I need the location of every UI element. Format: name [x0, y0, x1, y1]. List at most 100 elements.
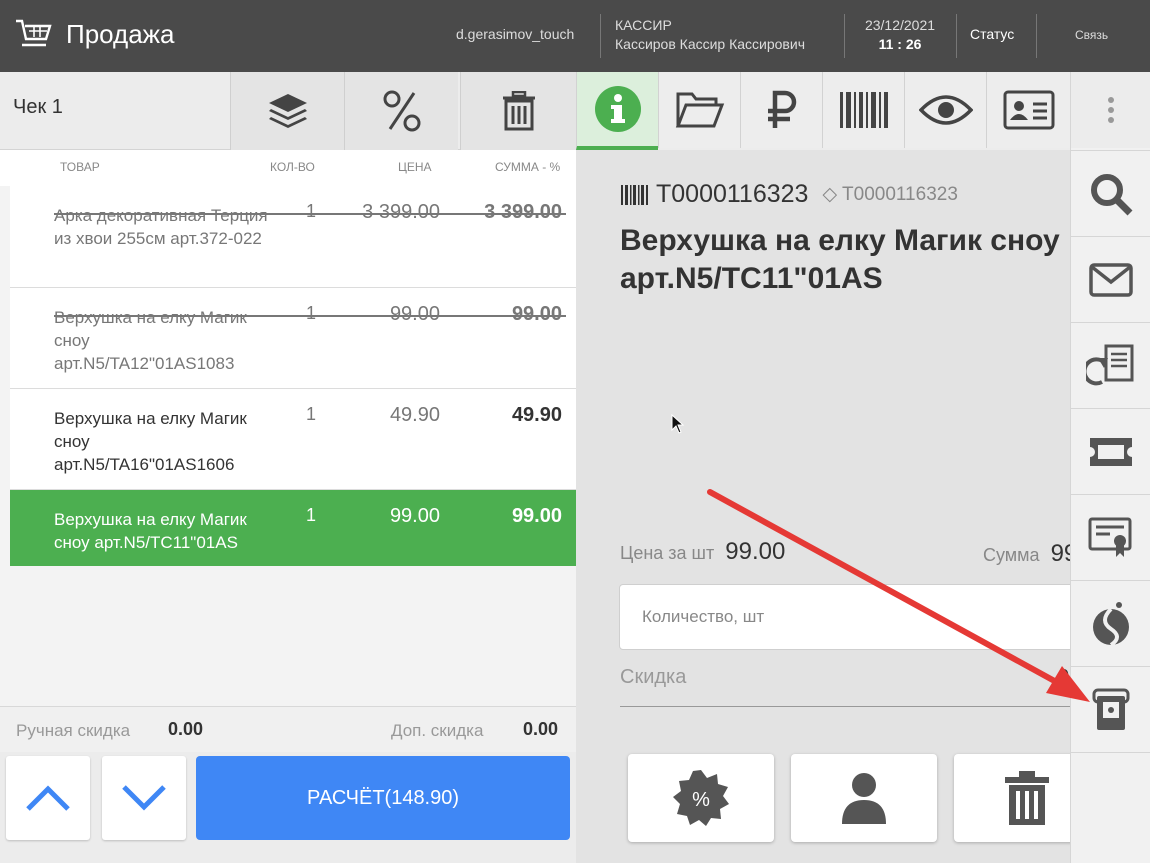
- item-name: Арка декоративная Терция из хвои 255см а…: [54, 206, 268, 248]
- more-button[interactable]: [1071, 72, 1150, 148]
- item-qty: 1: [306, 505, 317, 525]
- receipt-items: Арка декоративная Терция из хвои 255см а…: [0, 186, 594, 706]
- product-code-value: T0000116323: [656, 180, 809, 208]
- info-tab[interactable]: [576, 72, 658, 150]
- cash-drawer-button[interactable]: [1071, 666, 1150, 752]
- page-title: Продажа: [66, 19, 175, 49]
- divider: [844, 14, 845, 58]
- cashier-name: Кассиров Кассир Кассирович: [615, 36, 805, 52]
- view-tab[interactable]: [904, 72, 986, 148]
- receipt-return-icon: [1086, 344, 1134, 385]
- info-icon: [594, 86, 641, 132]
- item-discount-button[interactable]: %: [628, 754, 774, 842]
- product-toolbar: [576, 72, 1150, 150]
- barcode-icon: [621, 184, 648, 205]
- divider: [620, 706, 1080, 707]
- discount-value: 0: [1058, 666, 1070, 688]
- item-qty: 1: [306, 303, 317, 323]
- delete-receipt-button[interactable]: [460, 72, 576, 150]
- folder-tab[interactable]: [658, 72, 740, 148]
- extra-discount-value: 0.00: [523, 719, 559, 739]
- id-card-icon: [1003, 90, 1054, 130]
- return-receipt-button[interactable]: [1071, 322, 1150, 408]
- table-row[interactable]: Арка декоративная Терция из хвои 255см а…: [10, 186, 576, 288]
- datetime: 23/12/2021 11 : 26: [846, 16, 954, 54]
- ticket-button[interactable]: [1071, 408, 1150, 494]
- chevron-up-icon: [26, 785, 70, 811]
- column-sum: СУММА - %: [495, 160, 561, 174]
- article-value: T0000116323: [842, 184, 958, 205]
- discount-badge-icon: %: [673, 770, 729, 826]
- customer-card-tab[interactable]: [986, 72, 1070, 148]
- envelope-icon: [1089, 262, 1133, 297]
- date: 23/12/2021: [864, 17, 936, 33]
- divider: [956, 14, 957, 58]
- product-panel: T0000116323 ◇ T0000116323 Верхушка на ел…: [576, 72, 1150, 863]
- barcode-tab[interactable]: [822, 72, 904, 148]
- product-title: Верхушка на елку Магик сноу арт.N5/TC11"…: [620, 224, 1060, 295]
- cashier-info: КАССИР Кассиров Кассир Кассирович: [615, 16, 805, 54]
- price-tab[interactable]: [740, 72, 822, 148]
- item-price: 99.00: [389, 505, 440, 527]
- quantity-input[interactable]: [619, 584, 1079, 650]
- table-row[interactable]: Верхушка на елку Магик сноу арт.N5/TA12"…: [10, 288, 576, 389]
- email-button[interactable]: [1071, 236, 1150, 322]
- more-vertical-icon: [1108, 97, 1114, 123]
- bonus-button[interactable]: [1071, 580, 1150, 666]
- certificate-icon: [1088, 517, 1132, 557]
- seller-button[interactable]: [791, 754, 937, 842]
- column-item: ТОВАР: [60, 160, 100, 174]
- receipt-tab[interactable]: Чек 1: [13, 96, 63, 119]
- discount-label: Скидка: [620, 666, 687, 688]
- percent-icon: [383, 90, 420, 132]
- item-qty: 1: [306, 201, 317, 221]
- bonus-icon: [1093, 601, 1129, 647]
- folder-open-icon: [675, 92, 724, 128]
- chevron-down-icon: [122, 785, 166, 811]
- certificate-button[interactable]: [1071, 494, 1150, 580]
- time: 11 : 26: [878, 36, 922, 52]
- manual-discount-label: Ручная скидка: [16, 721, 131, 740]
- unit-price-label: Цена за шт: [620, 543, 715, 563]
- divider: [600, 14, 601, 58]
- line-sum: Сумма 99: [983, 540, 1077, 568]
- receipt-toolbar: Чек 1: [0, 72, 576, 150]
- ticket-icon: [1090, 437, 1132, 466]
- scroll-up-button[interactable]: [6, 756, 90, 840]
- layers-icon: [268, 94, 307, 128]
- search-button[interactable]: [1071, 150, 1150, 236]
- tag-icon: ◇: [822, 184, 838, 205]
- top-bar: Продажа d.gerasimov_touch КАССИР Кассиро…: [0, 0, 1150, 72]
- layers-button[interactable]: [230, 72, 344, 150]
- right-sidebar: [1070, 72, 1150, 863]
- barcode-icon: [839, 92, 888, 128]
- cashier-role: КАССИР: [615, 17, 672, 33]
- trash-icon: [1005, 771, 1049, 825]
- discount-percent-button[interactable]: [344, 72, 458, 150]
- cart-icon: [16, 19, 52, 47]
- pay-button[interactable]: РАСЧЁТ(148.90): [196, 756, 570, 840]
- svg-text:%: %: [692, 789, 710, 811]
- divider: [1036, 14, 1037, 58]
- table-row[interactable]: Верхушка на елку Магик сноу арт.N5/TA16"…: [10, 389, 576, 490]
- table-row-selected[interactable]: Верхушка на елку Магик сноу арт.N5/TC11"…: [10, 490, 594, 566]
- mouse-cursor-icon: [671, 414, 685, 434]
- article-tag: ◇ T0000116323: [822, 183, 957, 206]
- connection-button[interactable]: Связь: [1075, 28, 1108, 42]
- search-icon: [1091, 173, 1133, 215]
- item-sum: 49.90: [511, 404, 562, 426]
- extra-discount-label: Доп. скидка: [391, 721, 484, 740]
- scroll-down-button[interactable]: [102, 756, 186, 840]
- ruble-icon: [767, 90, 796, 128]
- trash-icon: [502, 91, 535, 131]
- item-sum: 99.00: [511, 505, 562, 527]
- item-name: Верхушка на елку Магик сноу арт.N5/TA16"…: [54, 409, 247, 474]
- item-qty: 1: [306, 404, 317, 424]
- manual-discount-value: 0.00: [168, 719, 204, 739]
- unit-price: Цена за шт 99.00: [620, 538, 785, 566]
- user-login: d.gerasimov_touch: [456, 26, 575, 42]
- status-button[interactable]: Статус: [970, 26, 1014, 42]
- item-price: 49.90: [389, 404, 440, 426]
- bottom-actions: РАСЧЁТ(148.90): [0, 752, 576, 863]
- line-sum-label: Сумма: [983, 545, 1040, 565]
